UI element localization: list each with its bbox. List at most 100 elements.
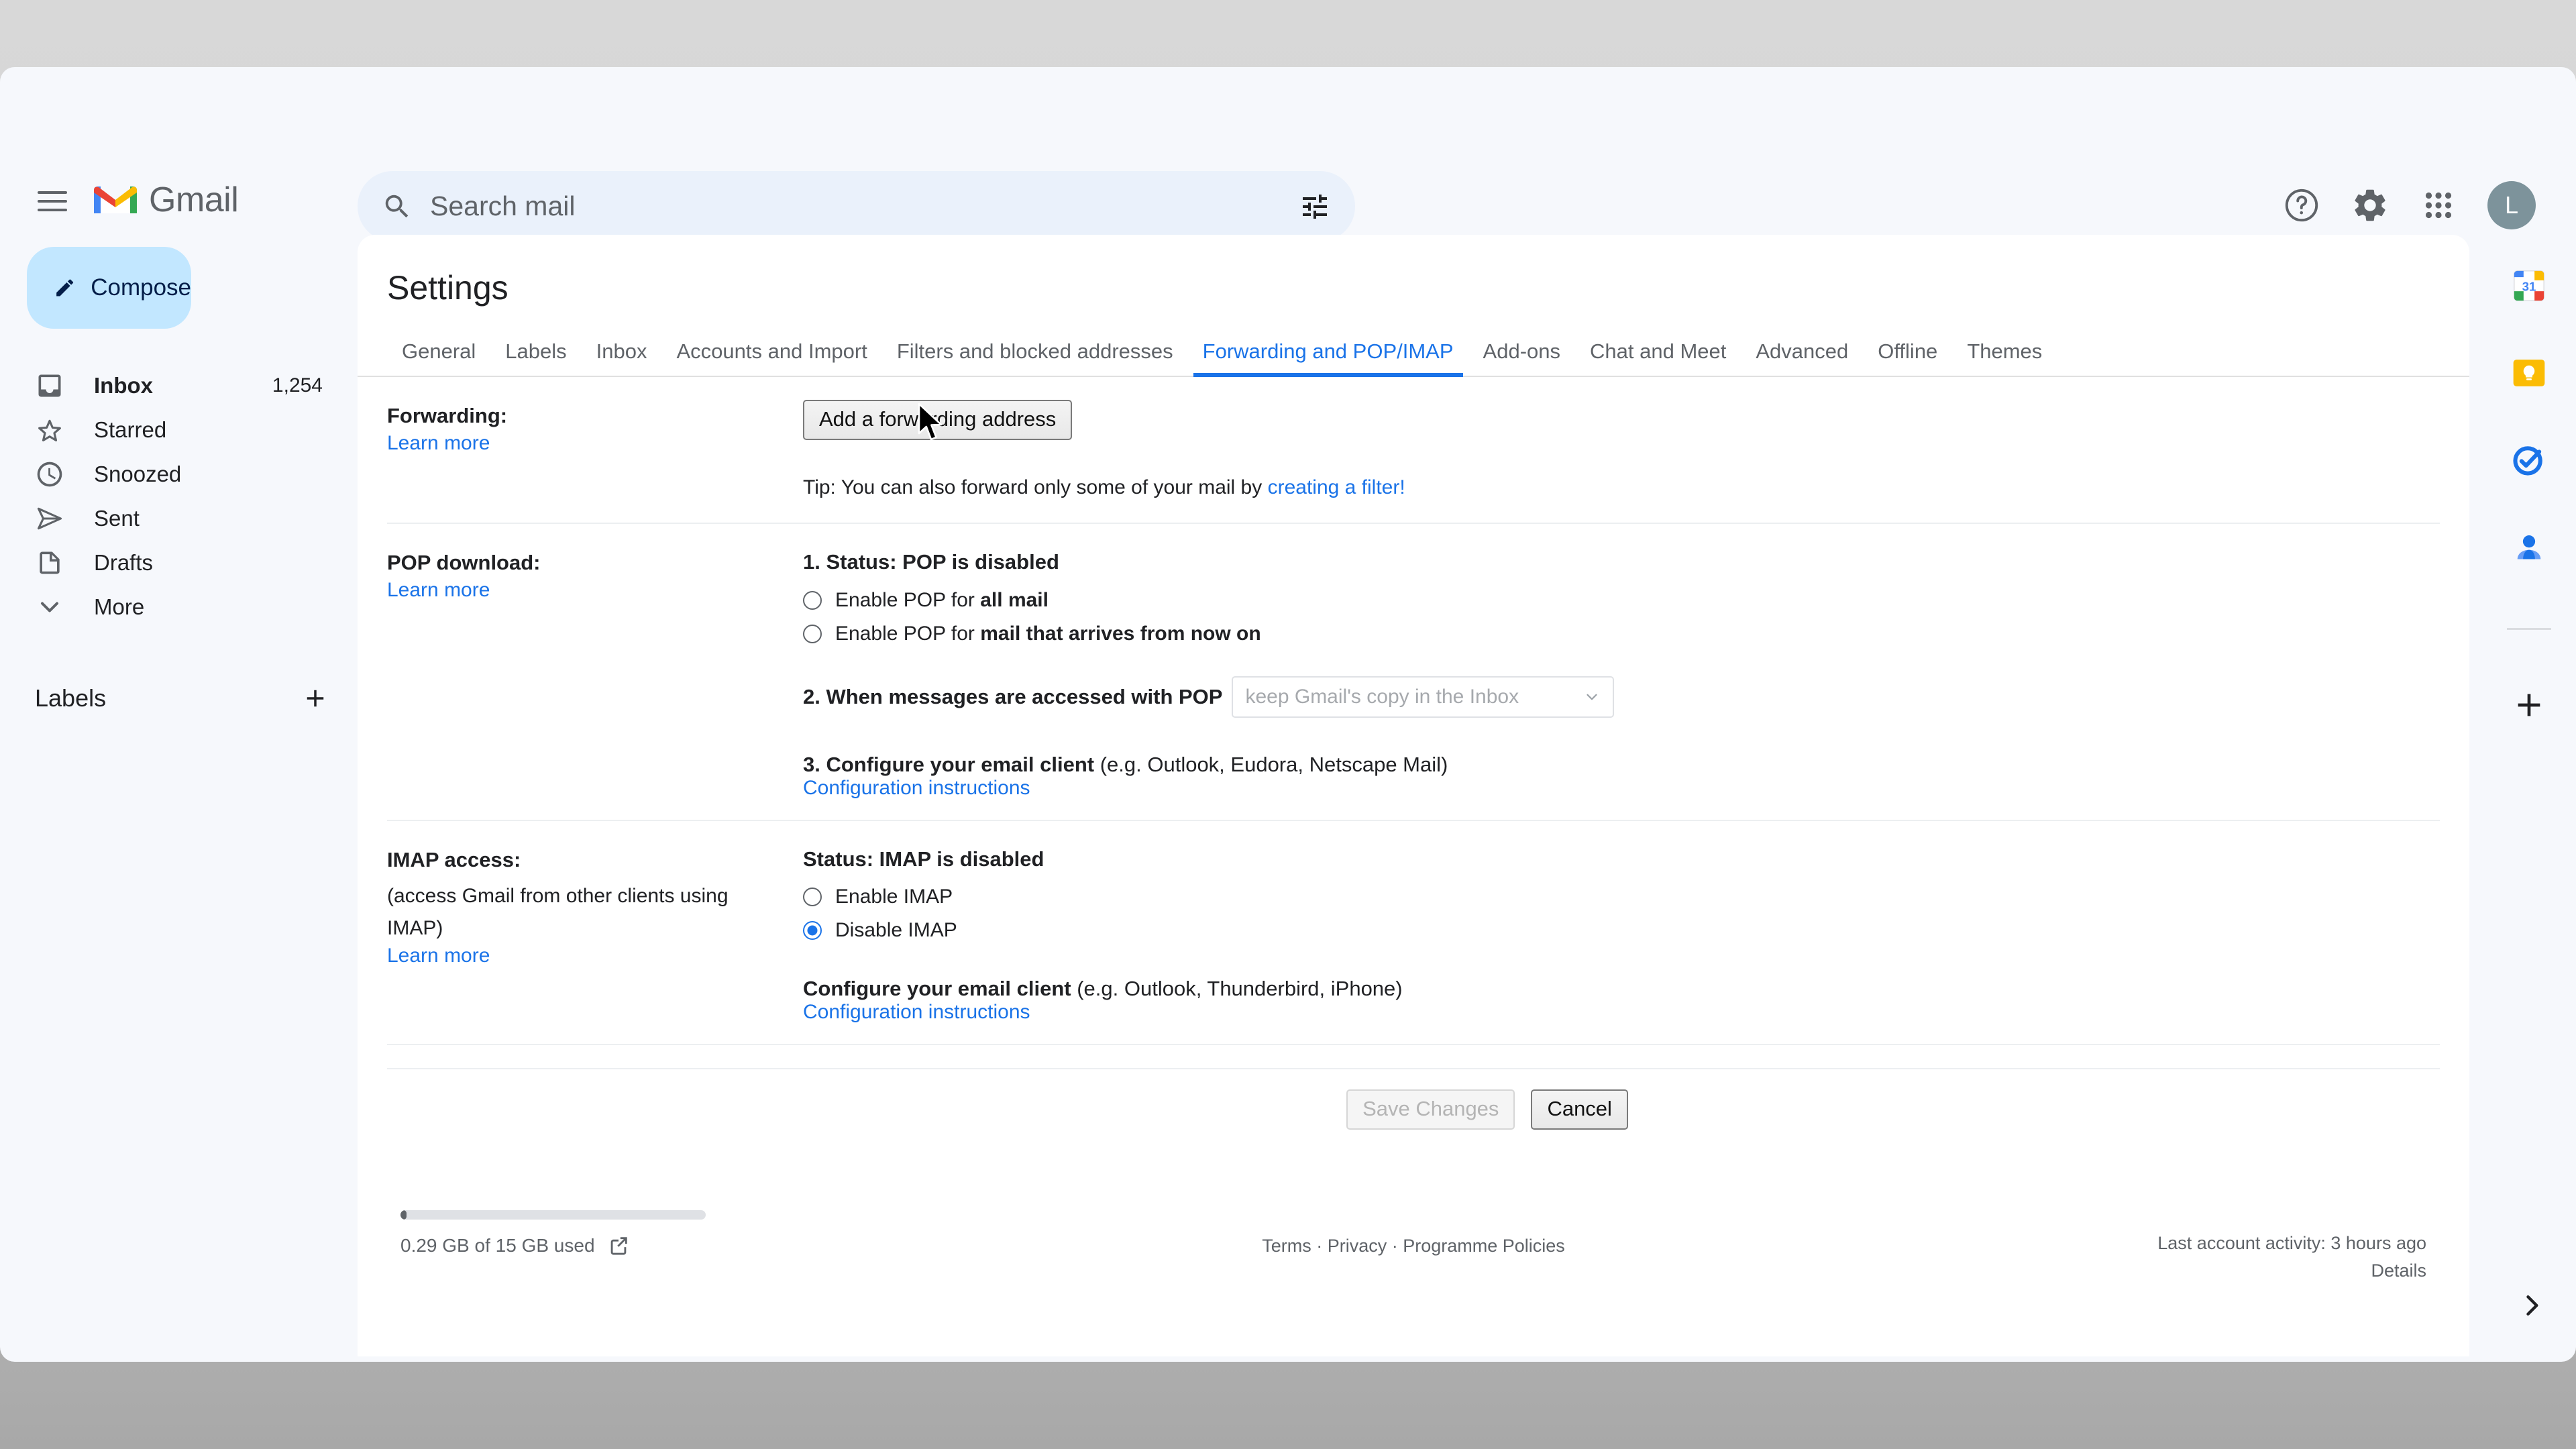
footer-links: Terms · Privacy · Programme Policies: [1262, 1236, 1565, 1256]
tab-offline[interactable]: Offline: [1863, 339, 1952, 376]
pop-step3-title: 3. Configure your email client (e.g. Out…: [803, 752, 1448, 776]
footer-link-programme-policies[interactable]: Programme Policies: [1403, 1236, 1565, 1256]
creating-a-filter-link[interactable]: creating a filter!: [1268, 476, 1405, 498]
footer-link-terms[interactable]: Terms: [1262, 1236, 1311, 1256]
chevron-right-icon[interactable]: [2517, 1291, 2546, 1320]
send-icon: [37, 507, 62, 530]
gmail-logo[interactable]: Gmail: [94, 180, 239, 220]
tab-inbox[interactable]: Inbox: [582, 339, 662, 376]
save-changes-button[interactable]: Save Changes: [1346, 1089, 1515, 1130]
footer-link-privacy[interactable]: Privacy: [1328, 1236, 1387, 1256]
forwarding-left: Forwarding: Learn more: [387, 400, 803, 502]
pop-step3-block: 3. Configure your email client (e.g. Out…: [803, 753, 2440, 800]
imap-left: IMAP access: (access Gmail from other cl…: [387, 844, 803, 1024]
search-input[interactable]: Search mail: [358, 171, 1355, 241]
sidebar-item-drafts[interactable]: Drafts: [0, 541, 343, 585]
external-link-icon[interactable]: [607, 1234, 630, 1257]
tab-themes[interactable]: Themes: [1952, 339, 2057, 376]
settings-actions: Save Changes Cancel: [387, 1068, 2440, 1130]
tab-chat-and-meet[interactable]: Chat and Meet: [1575, 339, 1741, 376]
app-header: [0, 67, 2576, 174]
imap-configuration-instructions-link[interactable]: Configuration instructions: [803, 1001, 2440, 1024]
compose-button[interactable]: Compose: [27, 247, 191, 329]
tab-general[interactable]: General: [387, 339, 490, 376]
forwarding-tip-text: Tip: You can also forward only some of y…: [803, 476, 1268, 498]
plus-icon[interactable]: [301, 684, 329, 712]
gmail-m-icon: [94, 186, 137, 213]
pop-action-select[interactable]: keep Gmail's copy in the Inbox: [1232, 676, 1615, 718]
storage-usage-text: 0.29 GB of 15 GB used: [400, 1235, 595, 1256]
header-actions: L: [2282, 181, 2536, 229]
pop-learn-more-link[interactable]: Learn more: [387, 579, 790, 602]
pop-option-all-mail[interactable]: Enable POP for all mail: [803, 589, 2440, 612]
pencil-icon: [56, 279, 74, 297]
plus-icon[interactable]: [2510, 686, 2548, 724]
pop-action-select-value: keep Gmail's copy in the Inbox: [1245, 685, 1519, 708]
storage-bar-fill: [400, 1210, 407, 1220]
sidebar-item-label: Snoozed: [94, 462, 182, 486]
imap-option-disable[interactable]: Disable IMAP: [803, 919, 2440, 942]
apps-grid-icon[interactable]: [2419, 186, 2458, 225]
google-calendar-icon[interactable]: 31: [2510, 267, 2548, 305]
search-icon: [385, 195, 409, 217]
forwarding-section: Forwarding: Learn more Add a forwarding …: [387, 377, 2440, 524]
details-link[interactable]: Details: [2157, 1260, 2426, 1281]
cancel-button[interactable]: Cancel: [1531, 1089, 1628, 1130]
google-tasks-icon[interactable]: [2510, 441, 2548, 479]
radio-button-selected[interactable]: [803, 921, 822, 940]
google-keep-icon[interactable]: [2510, 354, 2548, 392]
tab-add-ons[interactable]: Add-ons: [1468, 339, 1575, 376]
page-title: Settings: [387, 269, 508, 307]
settings-card: Settings General Labels Inbox Accounts and …: [358, 235, 2469, 1356]
pop-configuration-instructions-link[interactable]: Configuration instructions: [803, 777, 2440, 800]
pop-title: POP download:: [387, 551, 541, 574]
sidebar: Compose Inbox 1,254 Starred Snoozed Sent Draf…: [0, 235, 358, 1362]
chevron-down-icon: [40, 602, 59, 612]
add-forwarding-address-button[interactable]: Add a forwarding address: [803, 400, 1073, 440]
tab-filters-and-blocked-addresses[interactable]: Filters and blocked addresses: [882, 339, 1188, 376]
pop-option-all-mail-label: Enable POP for all mail: [835, 588, 1049, 611]
sidebar-item-inbox[interactable]: Inbox 1,254: [0, 364, 343, 408]
imap-configure-title: Configure your email client (e.g. Outloo…: [803, 977, 1403, 1000]
google-contacts-icon[interactable]: [2510, 529, 2548, 566]
inbox-icon: [38, 374, 61, 397]
pop-left: POP download: Learn more: [387, 547, 803, 800]
radio-button[interactable]: [803, 624, 822, 643]
hamburger-icon[interactable]: [32, 181, 72, 221]
help-icon[interactable]: [2282, 186, 2321, 225]
sidebar-item-label: More: [94, 594, 145, 619]
sidebar-item-label: Drafts: [94, 550, 154, 575]
sidebar-item-snoozed[interactable]: Snoozed: [0, 452, 343, 496]
imap-access-section: IMAP access: (access Gmail from other cl…: [387, 821, 2440, 1045]
footer-link-separator: ·: [1311, 1236, 1328, 1256]
pop-option-from-now-on[interactable]: Enable POP for mail that arrives from no…: [803, 623, 2440, 645]
imap-configure-block: Configure your email client (e.g. Outloo…: [803, 977, 2440, 1024]
sidebar-item-starred[interactable]: Starred: [0, 408, 343, 452]
forwarding-tip: Tip: You can also forward only some of y…: [803, 472, 2440, 502]
tab-labels[interactable]: Labels: [490, 339, 581, 376]
tab-accounts-and-import[interactable]: Accounts and Import: [662, 339, 882, 376]
forwarding-learn-more-link[interactable]: Learn more: [387, 432, 790, 455]
pop-status: 1. Status: POP is disabled: [803, 550, 1059, 574]
imap-option-enable[interactable]: Enable IMAP: [803, 885, 2440, 908]
gear-icon[interactable]: [2351, 186, 2390, 225]
settings-body: Forwarding: Learn more Add a forwarding …: [358, 377, 2469, 1130]
avatar[interactable]: L: [2487, 181, 2536, 229]
tab-advanced[interactable]: Advanced: [1741, 339, 1863, 376]
sidebar-item-sent[interactable]: Sent: [0, 496, 343, 541]
sidebar-item-more[interactable]: More: [0, 585, 343, 629]
storage-text-row: 0.29 GB of 15 GB used: [400, 1234, 630, 1257]
sidebar-item-count: 1,254: [272, 374, 323, 396]
radio-button[interactable]: [803, 590, 822, 610]
tune-filter-icon[interactable]: [1299, 191, 1331, 223]
pop-step2-label: 2. When messages are accessed with POP: [803, 684, 1223, 708]
storage-bar: [400, 1210, 706, 1220]
footer-right: Last account activity: 3 hours ago Detai…: [2157, 1233, 2426, 1281]
svg-text:31: 31: [2522, 280, 2536, 294]
radio-button[interactable]: [803, 888, 822, 906]
imap-learn-more-link[interactable]: Learn more: [387, 945, 790, 967]
tab-forwarding-and-pop-imap[interactable]: Forwarding and POP/IMAP: [1188, 339, 1468, 377]
pop-right: 1. Status: POP is disabled Enable POP fo…: [803, 547, 2440, 800]
clock-icon: [37, 462, 62, 487]
labels-header: Labels: [0, 675, 358, 722]
